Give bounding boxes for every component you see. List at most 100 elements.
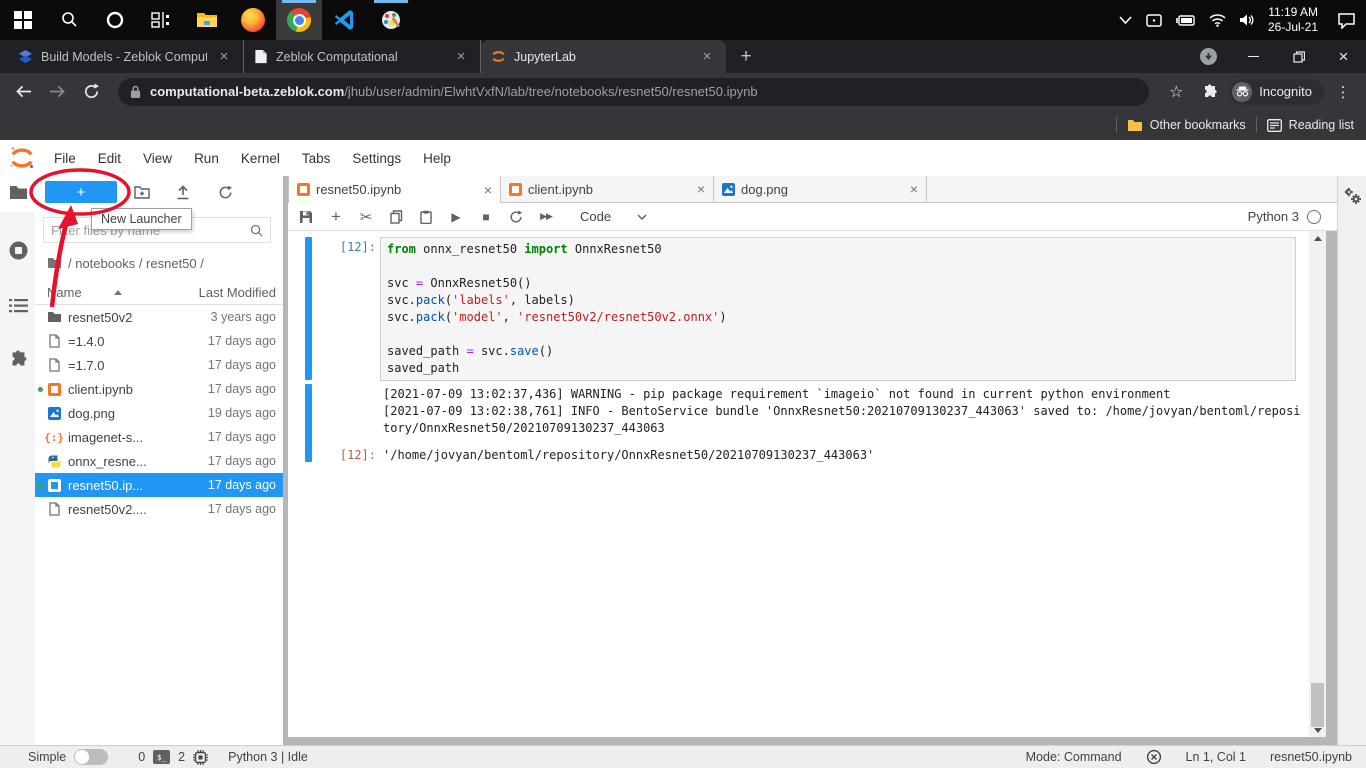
- notebook-content[interactable]: [12]: from onnx_resnet50 import OnnxResn…: [288, 231, 1309, 737]
- forward-button[interactable]: [42, 77, 72, 107]
- file-row--1-4-0[interactable]: =1.4.017 days ago: [35, 329, 283, 353]
- save-button[interactable]: [298, 209, 314, 225]
- file-explorer-button[interactable]: [184, 0, 230, 40]
- breadcrumb[interactable]: / notebooks / resnet50 /: [47, 254, 204, 272]
- restart-kernel-button[interactable]: [508, 209, 524, 225]
- scrollbar-thumb[interactable]: [1311, 683, 1324, 727]
- menu-kernel[interactable]: Kernel: [230, 140, 291, 176]
- file-row-onnx-resne-[interactable]: onnx_resne...17 days ago: [35, 449, 283, 473]
- tab-close-icon[interactable]: ×: [697, 181, 705, 197]
- battery-icon[interactable]: [1176, 14, 1196, 27]
- property-inspector-button[interactable]: [1343, 187, 1362, 205]
- menu-view[interactable]: View: [132, 140, 183, 176]
- menu-edit[interactable]: Edit: [87, 140, 132, 176]
- command-mode-indicator[interactable]: Mode: Command: [1026, 750, 1122, 764]
- input-collapser[interactable]: [305, 237, 312, 380]
- action-center-icon[interactable]: [1337, 12, 1356, 29]
- chrome-button[interactable]: [276, 0, 322, 40]
- browser-tab-zeblok[interactable]: Zeblok Computational ×: [244, 40, 481, 73]
- restart-run-all-button[interactable]: ▶▶: [538, 209, 554, 225]
- file-list-header[interactable]: Name Last Modified: [35, 280, 283, 305]
- back-button[interactable]: [8, 77, 38, 107]
- insert-cell-button[interactable]: +: [328, 209, 344, 225]
- cut-cells-button[interactable]: ✂: [358, 209, 374, 225]
- tray-chevron-icon[interactable]: [1119, 16, 1132, 25]
- notifications-off-icon[interactable]: [1146, 749, 1162, 765]
- start-button[interactable]: [0, 0, 46, 40]
- browser-tab-build-models[interactable]: Build Models - Zeblok Computati ×: [8, 40, 244, 73]
- cortana-button[interactable]: [92, 0, 138, 40]
- sidebar-tab-extensions[interactable]: [7, 348, 29, 370]
- refresh-button[interactable]: [216, 183, 234, 201]
- firefox-button[interactable]: [230, 0, 276, 40]
- file-row--1-7-0[interactable]: =1.7.017 days ago: [35, 353, 283, 377]
- menu-settings[interactable]: Settings: [341, 140, 412, 176]
- kernels-count: 2: [178, 750, 185, 764]
- tab-close-icon[interactable]: ×: [910, 181, 918, 197]
- header-last-modified[interactable]: Last Modified: [199, 285, 276, 300]
- menu-help[interactable]: Help: [412, 140, 462, 176]
- tab-close-icon[interactable]: ×: [452, 48, 470, 65]
- code-editor[interactable]: from onnx_resnet50 import OnnxResnet50 s…: [380, 237, 1296, 381]
- file-row-imagenet-s-[interactable]: {:}imagenet-s...17 days ago: [35, 425, 283, 449]
- minimize-button[interactable]: [1231, 40, 1276, 73]
- restore-button[interactable]: [1276, 40, 1321, 73]
- file-row-resnet50-ip-[interactable]: resnet50.ip...17 days ago: [35, 473, 283, 497]
- chrome-menu-button[interactable]: ⋮: [1328, 77, 1358, 107]
- restart-icon: [509, 210, 523, 224]
- tab-close-icon[interactable]: ×: [484, 182, 492, 198]
- header-name[interactable]: Name: [47, 285, 82, 300]
- reload-button[interactable]: [76, 77, 106, 107]
- wifi-icon[interactable]: [1209, 14, 1226, 27]
- chrome-update-button[interactable]: [1186, 40, 1231, 73]
- vscode-button[interactable]: [322, 0, 368, 40]
- reading-list-button[interactable]: Reading list: [1267, 118, 1354, 132]
- bookmark-star-button[interactable]: ☆: [1161, 77, 1191, 107]
- interrupt-kernel-button[interactable]: ■: [478, 209, 494, 225]
- volume-icon[interactable]: [1239, 13, 1255, 27]
- doc-tab-client[interactable]: client.ipynb ×: [501, 176, 714, 202]
- menu-file[interactable]: File: [43, 140, 87, 176]
- cursor-position[interactable]: Ln 1, Col 1: [1186, 750, 1246, 764]
- tablet-mode-icon[interactable]: [1145, 13, 1163, 28]
- file-row-dog-png[interactable]: dog.png19 days ago: [35, 401, 283, 425]
- upload-button[interactable]: [174, 183, 192, 201]
- sidebar-tab-toc[interactable]: [7, 295, 29, 317]
- file-row-client-ipynb[interactable]: client.ipynb17 days ago: [35, 377, 283, 401]
- scroll-up-arrow[interactable]: [1309, 231, 1326, 245]
- browser-tab-jupyterlab[interactable]: JupyterLab ×: [481, 40, 726, 73]
- new-launcher-button[interactable]: +: [45, 181, 117, 203]
- doc-tab-resnet50[interactable]: resnet50.ipynb ×: [288, 176, 501, 203]
- tab-close-icon[interactable]: ×: [215, 48, 233, 65]
- cell-type-dropdown[interactable]: Code: [580, 209, 647, 224]
- kernel-switcher[interactable]: Python 3: [1248, 209, 1327, 224]
- notebook-scrollbar[interactable]: [1309, 231, 1326, 737]
- taskbar-clock[interactable]: 11:19 AM 26-Jul-21: [1268, 5, 1318, 35]
- task-view-button[interactable]: [138, 0, 184, 40]
- new-tab-button[interactable]: +: [732, 43, 760, 71]
- simple-mode-toggle[interactable]: [74, 749, 108, 765]
- close-window-button[interactable]: ×: [1321, 40, 1366, 73]
- file-row-resnet50v2-[interactable]: resnet50v2....17 days ago: [35, 497, 283, 521]
- paint3d-button[interactable]: [368, 0, 414, 40]
- scroll-down-arrow[interactable]: [1309, 723, 1326, 737]
- new-folder-button[interactable]: [133, 183, 151, 201]
- doc-tab-dog-png[interactable]: dog.png ×: [714, 176, 927, 202]
- sidebar-tab-file-browser[interactable]: [7, 181, 29, 203]
- sidebar-tab-running[interactable]: [7, 239, 29, 261]
- kernel-status[interactable]: Python 3 | Idle: [228, 750, 308, 764]
- paste-cells-button[interactable]: [418, 209, 434, 225]
- tab-close-icon[interactable]: ×: [698, 48, 716, 65]
- other-bookmarks-button[interactable]: Other bookmarks: [1127, 118, 1246, 132]
- gears-icon: [1343, 187, 1362, 205]
- terminal-icon[interactable]: $_: [153, 750, 170, 764]
- taskbar-search-button[interactable]: [46, 0, 92, 40]
- run-cell-button[interactable]: ▶: [448, 209, 464, 225]
- extensions-button[interactable]: [1195, 77, 1225, 107]
- file-row-resnet50v2[interactable]: resnet50v23 years ago: [35, 305, 283, 329]
- kernel-chip-icon[interactable]: [193, 750, 208, 765]
- menu-run[interactable]: Run: [183, 140, 230, 176]
- menu-tabs[interactable]: Tabs: [291, 140, 342, 176]
- address-bar[interactable]: computational-beta.zeblok.com/jhub/user/…: [118, 78, 1149, 106]
- copy-cells-button[interactable]: [388, 209, 404, 225]
